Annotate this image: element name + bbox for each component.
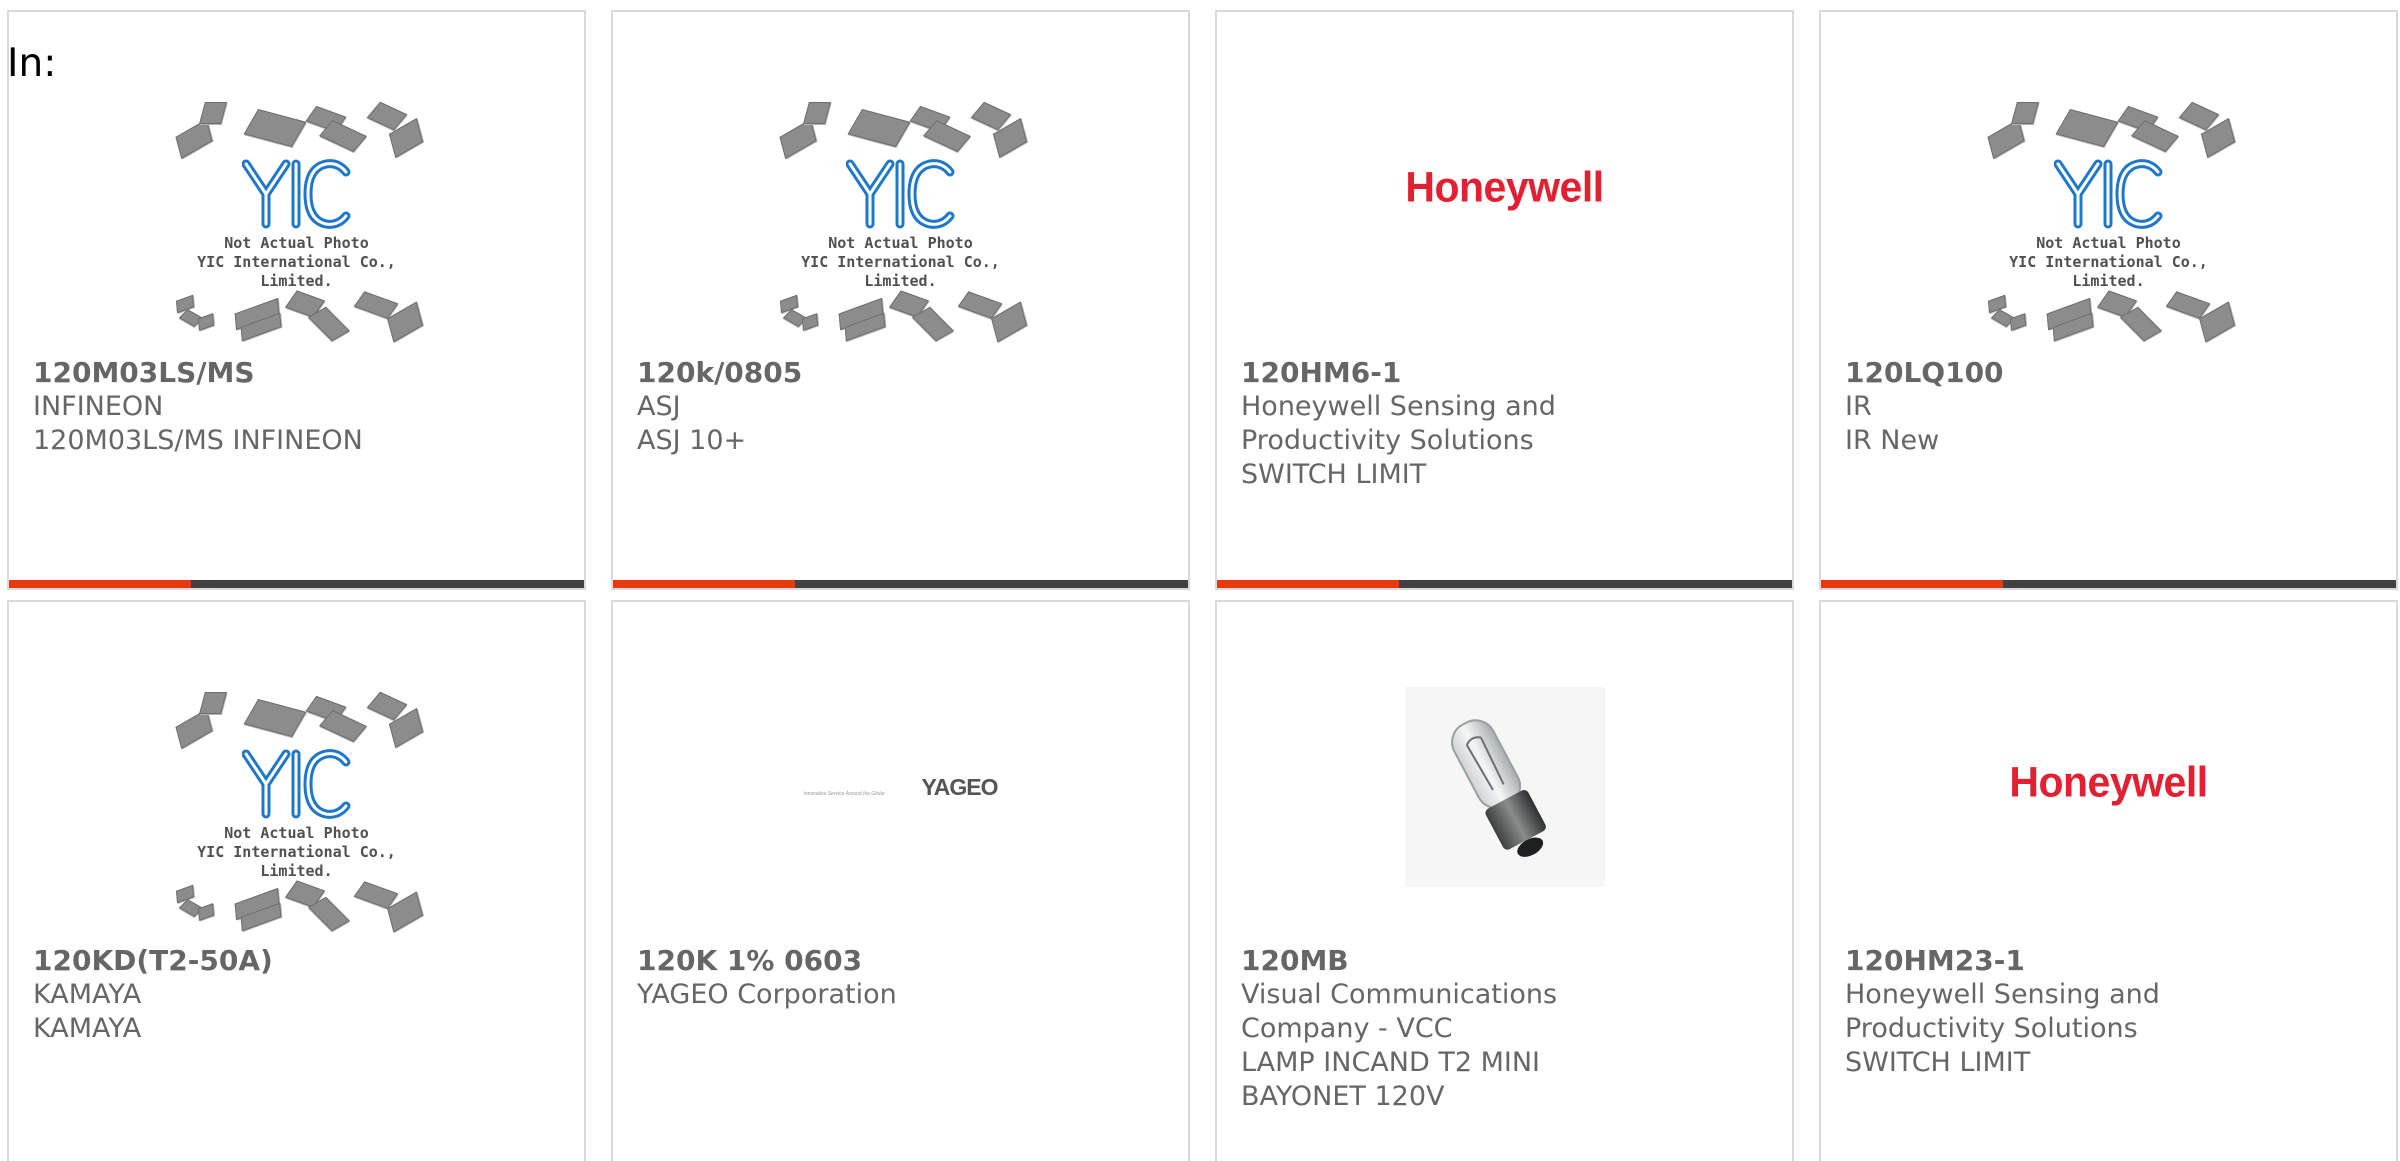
placeholder-line2: YIC International Co., Limited.: [197, 843, 396, 880]
in-label: In:: [7, 41, 57, 86]
yageo-logo: Innovative Service Around the Globe YAGE…: [803, 773, 999, 801]
chip-icon: [174, 119, 213, 159]
part-number[interactable]: 120KD(T2-50A): [33, 944, 453, 978]
description: LAMP INCAND T2 MINI BAYONET 120V: [1241, 1047, 1541, 1112]
product-card[interactable]: Not Actual Photo YIC International Co., L…: [7, 600, 586, 1161]
product-card[interactable]: Not Actual Photo YIC International Co., L…: [1819, 10, 2398, 590]
placeholder-caption: Not Actual Photo YIC International Co., L…: [162, 824, 432, 881]
chip-icon: [198, 692, 227, 714]
product-image[interactable]: Not Actual Photo YIC International Co., L…: [9, 682, 584, 942]
placeholder-line1: Not Actual Photo: [224, 824, 369, 842]
description: KAMAYA: [33, 1013, 142, 1044]
yageo-brand: YAGEO: [921, 773, 999, 800]
product-info: 120KD(T2-50A) KAMAYA KAMAYA: [33, 944, 453, 1046]
part-number[interactable]: 120K 1% 0603: [637, 944, 1057, 978]
chip-icon: [1986, 119, 2025, 159]
part-number[interactable]: 120MB: [1241, 944, 1661, 978]
product-image[interactable]: Innovative Service Around the Globe YAGE…: [613, 622, 1188, 952]
product-info: 120LQ100 IR IR New: [1845, 356, 2265, 458]
card-bar-accent: [1821, 580, 2003, 588]
yic-logo-icon: [241, 159, 350, 229]
placeholder-line1: Not Actual Photo: [2036, 234, 2181, 252]
product-info: 120M03LS/MS INFINEON 120M03LS/MS INFINEO…: [33, 356, 453, 458]
yageo-tagline: Innovative Service Around the Globe: [803, 790, 885, 797]
card-bottom-bar: [9, 580, 584, 588]
manufacturer: IR: [1845, 391, 1872, 422]
card-bar-accent: [613, 580, 795, 588]
chip-icon: [802, 102, 831, 124]
manufacturer: YAGEO Corporation: [637, 979, 897, 1010]
chip-icon: [2055, 108, 2118, 148]
product-image[interactable]: Honeywell: [1217, 32, 1792, 342]
product-card[interactable]: Innovative Service Around the Globe YAGE…: [611, 600, 1190, 1161]
part-number[interactable]: 120HM6-1: [1241, 356, 1661, 390]
product-grid-page: In: Not Actual Photo YIC International Co…: [0, 0, 2400, 1161]
chip-icon: [847, 108, 910, 148]
chip-icon: [778, 119, 817, 159]
product-card[interactable]: 120MB Visual Communications Company - VC…: [1215, 600, 1794, 1161]
product-info: 120HM23-1 Honeywell Sensing and Producti…: [1845, 944, 2265, 1080]
manufacturer: Honeywell Sensing and Productivity Solut…: [1845, 979, 2160, 1044]
manufacturer: Visual Communications Company - VCC: [1241, 979, 1558, 1044]
card-bar-accent: [1217, 580, 1399, 588]
product-image[interactable]: Honeywell: [1821, 622, 2396, 942]
card-bottom-bar: [613, 580, 1188, 588]
yic-placeholder-image: Not Actual Photo YIC International Co., L…: [766, 101, 1036, 343]
yic-placeholder-image: Not Actual Photo YIC International Co., L…: [162, 101, 432, 343]
product-card[interactable]: Honeywell 120HM6-1 Honeywell Sensing and…: [1215, 10, 1794, 590]
manufacturer: Honeywell Sensing and Productivity Solut…: [1241, 391, 1556, 456]
card-bar-accent: [9, 580, 191, 588]
part-number[interactable]: 120HM23-1: [1845, 944, 2265, 978]
description: 120M03LS/MS INFINEON: [33, 425, 363, 456]
description: SWITCH LIMIT: [1845, 1047, 2031, 1078]
description: ASJ 10+: [637, 425, 747, 456]
part-number[interactable]: 120LQ100: [1845, 356, 2265, 390]
description: SWITCH LIMIT: [1241, 459, 1427, 490]
placeholder-caption: Not Actual Photo YIC International Co., L…: [162, 234, 432, 291]
honeywell-logo: Honeywell: [1405, 162, 1604, 211]
lamp-photo: [1404, 687, 1605, 887]
product-info: 120MB Visual Communications Company - VC…: [1241, 944, 1661, 1114]
placeholder-line2: YIC International Co., Limited.: [2009, 253, 2208, 290]
chip-icon: [243, 698, 306, 738]
placeholder-line2: YIC International Co., Limited.: [801, 253, 1000, 290]
card-bottom-bar: [1821, 580, 2396, 588]
placeholder-line1: Not Actual Photo: [828, 234, 973, 252]
part-number[interactable]: 120k/0805: [637, 356, 1057, 390]
manufacturer: INFINEON: [33, 391, 164, 422]
placeholder-caption: Not Actual Photo YIC International Co., L…: [1974, 234, 2244, 291]
product-card[interactable]: Not Actual Photo YIC International Co., L…: [7, 10, 586, 590]
chip-icon: [174, 709, 213, 749]
product-image[interactable]: [1217, 622, 1792, 952]
yic-logo-icon: [845, 159, 954, 229]
product-card[interactable]: Not Actual Photo YIC International Co., L…: [611, 10, 1190, 590]
placeholder-caption: Not Actual Photo YIC International Co., L…: [766, 234, 1036, 291]
placeholder-line2: YIC International Co., Limited.: [197, 253, 396, 290]
chip-icon: [243, 108, 306, 148]
chip-icon: [198, 102, 227, 124]
product-image[interactable]: Not Actual Photo YIC International Co., L…: [613, 92, 1188, 352]
yic-logo-icon: [2053, 159, 2162, 229]
chip-icon: [2010, 102, 2039, 124]
product-image[interactable]: Not Actual Photo YIC International Co., L…: [1821, 92, 2396, 352]
honeywell-logo: Honeywell: [2009, 757, 2208, 806]
manufacturer: KAMAYA: [33, 979, 142, 1010]
card-bottom-bar: [1217, 580, 1792, 588]
yic-placeholder-image: Not Actual Photo YIC International Co., L…: [1974, 101, 2244, 343]
product-card[interactable]: Honeywell 120HM23-1 Honeywell Sensing an…: [1819, 600, 2398, 1161]
yic-logo-icon: [241, 749, 350, 819]
placeholder-line1: Not Actual Photo: [224, 234, 369, 252]
lamp-bulb-icon: [1450, 719, 1546, 857]
product-image[interactable]: Not Actual Photo YIC International Co., L…: [9, 92, 584, 352]
product-info: 120K 1% 0603 YAGEO Corporation: [637, 944, 1057, 1012]
part-number[interactable]: 120M03LS/MS: [33, 356, 453, 390]
product-info: 120k/0805 ASJ ASJ 10+: [637, 356, 1057, 458]
description: IR New: [1845, 425, 1940, 456]
manufacturer: ASJ: [637, 391, 681, 422]
yic-placeholder-image: Not Actual Photo YIC International Co., L…: [162, 691, 432, 933]
product-info: 120HM6-1 Honeywell Sensing and Productiv…: [1241, 356, 1661, 492]
